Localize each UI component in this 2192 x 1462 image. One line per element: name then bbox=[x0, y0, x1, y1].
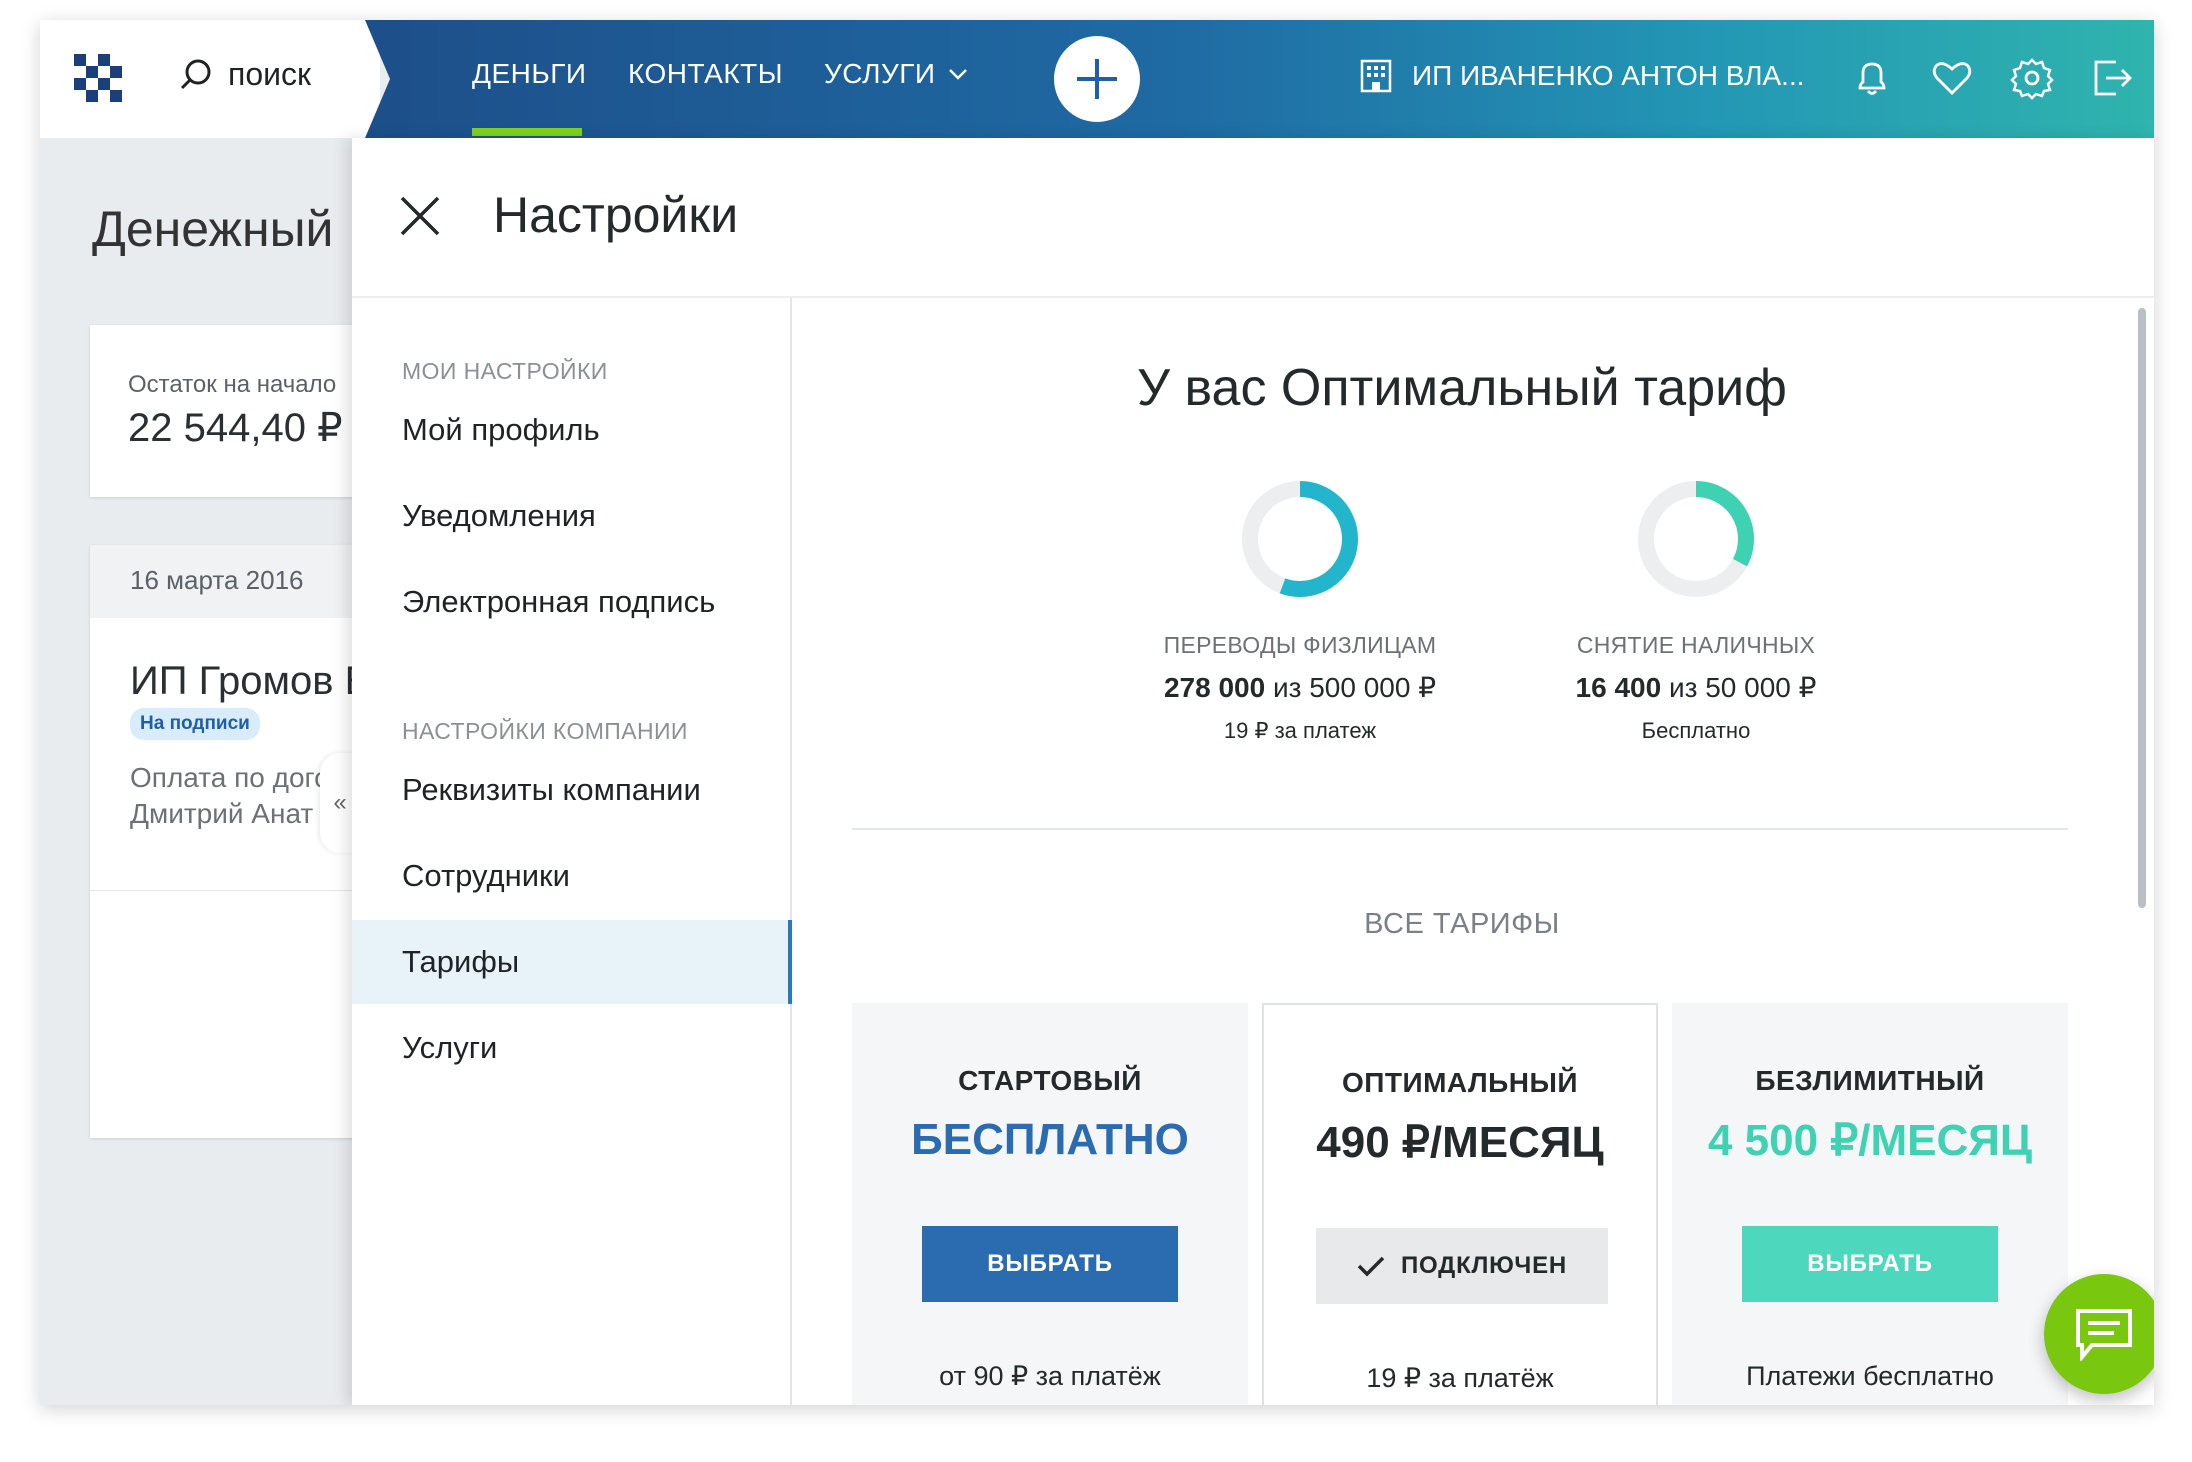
stat-transfers: ПЕРЕВОДЫ ФИЗЛИЦАМ 278 000 из 500 000 ₽ 1… bbox=[1130, 480, 1470, 744]
tariff-price: 490 ₽/МЕСЯЦ bbox=[1316, 1118, 1604, 1167]
settings-header: Настройки bbox=[352, 138, 2154, 298]
tariff-card-optimal: ОПТИМАЛЬНЫЙ 490 ₽/МЕСЯЦ ПОДКЛЮЧЕН 19 ₽ з… bbox=[1262, 1003, 1658, 1405]
page-title: Денежный bbox=[92, 201, 334, 257]
chat-icon bbox=[2076, 1309, 2132, 1361]
select-unlimited-label: ВЫБРАТЬ bbox=[1807, 1250, 1933, 1277]
stat-transfers-limit: 500 000 bbox=[1309, 672, 1411, 703]
settings-title: Настройки bbox=[493, 187, 739, 243]
nav-contacts[interactable]: КОНТАКТЫ bbox=[628, 58, 783, 90]
search-button[interactable]: поиск bbox=[178, 56, 311, 93]
close-icon[interactable] bbox=[398, 194, 442, 238]
stat-cash: СНЯТИЕ НАЛИЧНЫХ 16 400 из 50 000 ₽ Беспл… bbox=[1526, 480, 1866, 744]
settings-sidebar: МОИ НАСТРОЙКИ Мой профиль Уведомления Эл… bbox=[352, 298, 792, 1405]
sidebar-item-employees[interactable]: Сотрудники bbox=[352, 834, 792, 918]
nav-money[interactable]: ДЕНЬГИ bbox=[472, 58, 587, 90]
tariff-card-start: СТАРТОВЫЙ БЕСПЛАТНО ВЫБРАТЬ от 90 ₽ за п… bbox=[852, 1003, 1248, 1405]
stat-cash-label: СНЯТИЕ НАЛИЧНЫХ bbox=[1576, 632, 1816, 658]
all-tariffs-heading: ВСЕ ТАРИФЫ bbox=[1364, 908, 1560, 940]
sidebar-item-signature[interactable]: Электронная подпись bbox=[352, 560, 792, 644]
transfers-donut bbox=[1242, 481, 1358, 597]
stat-cash-used: 16 400 bbox=[1575, 672, 1662, 703]
scrollbar[interactable] bbox=[2138, 308, 2146, 908]
stat-transfers-of: из bbox=[1272, 672, 1302, 703]
settings-panel: Настройки МОИ НАСТРОЙКИ Мой профиль Увед… bbox=[352, 138, 2154, 1405]
stat-transfers-currency: ₽ bbox=[1418, 672, 1437, 703]
tariff-footer: 19 ₽ за платёж bbox=[1366, 1363, 1554, 1393]
heart-icon[interactable] bbox=[1930, 56, 1974, 100]
cash-donut bbox=[1638, 481, 1754, 597]
nav-services-label: УСЛУГИ bbox=[824, 58, 936, 89]
tariff-footer: Платежи бесплатно bbox=[1746, 1361, 1994, 1391]
stat-cash-of: из bbox=[1668, 672, 1698, 703]
search-icon bbox=[180, 59, 211, 89]
payment-description-line2: Дмитрий Анат bbox=[130, 798, 314, 829]
connected-label: ПОДКЛЮЧЕН bbox=[1400, 1252, 1568, 1279]
top-bar: поиск ДЕНЬГИ КОНТАКТЫ УСЛУГИ ИП ИВАНЕНКО… bbox=[40, 20, 2154, 138]
tariff-price: 4 500 ₽/МЕСЯЦ bbox=[1707, 1116, 2033, 1165]
chevron-down-icon bbox=[948, 69, 967, 80]
checkmark-icon bbox=[1357, 1256, 1385, 1277]
payment-payee: ИП Громов Е bbox=[130, 659, 372, 703]
chat-button[interactable] bbox=[2044, 1274, 2154, 1394]
sidebar-item-requisites[interactable]: Реквизиты компании bbox=[352, 748, 792, 832]
gear-icon[interactable] bbox=[2010, 56, 2054, 100]
payment-description-line1: Оплата по дого bbox=[130, 762, 330, 793]
double-chevron-left-icon: « bbox=[333, 789, 347, 816]
company-selector[interactable]: ИП ИВАНЕНКО АНТОН ВЛА... bbox=[1358, 58, 1805, 94]
current-plan-title: У вас Оптимальный тариф bbox=[1137, 359, 1787, 417]
stat-transfers-label: ПЕРЕВОДЫ ФИЗЛИЦАМ bbox=[1163, 632, 1437, 658]
plus-icon bbox=[1077, 59, 1117, 99]
balance-label: Остаток на начало bbox=[128, 371, 337, 398]
sidebar-item-tariffs[interactable]: Тарифы bbox=[352, 920, 792, 1004]
tariff-name: ОПТИМАЛЬНЫЙ bbox=[1341, 1067, 1579, 1098]
select-start-label: ВЫБРАТЬ bbox=[987, 1250, 1113, 1277]
section-divider bbox=[852, 828, 2068, 830]
app-window: Денежный Остаток на начало 22 544,40 ₽ 1… bbox=[40, 20, 2154, 1405]
stat-cash-value: 16 400 из 50 000 ₽ bbox=[1526, 671, 1866, 704]
tariff-footer: от 90 ₽ за платёж bbox=[939, 1361, 1161, 1391]
create-button[interactable] bbox=[1054, 36, 1140, 122]
select-unlimited-button[interactable]: ВЫБРАТЬ bbox=[1742, 1226, 1998, 1302]
sidebar-item-services[interactable]: Услуги bbox=[352, 1006, 792, 1090]
stat-transfers-note: 19 ₽ за платеж bbox=[1223, 718, 1377, 743]
stat-cash-note: Бесплатно bbox=[1641, 718, 1751, 743]
nav-active-indicator bbox=[472, 128, 582, 136]
status-badge: На подписи bbox=[130, 708, 260, 740]
search-label: поиск bbox=[228, 56, 311, 92]
logout-icon[interactable] bbox=[2090, 56, 2134, 100]
bell-icon[interactable] bbox=[1850, 56, 1894, 100]
section-my-settings: МОИ НАСТРОЙКИ bbox=[402, 358, 608, 384]
tariff-name: СТАРТОВЫЙ bbox=[958, 1065, 1142, 1096]
stat-cash-limit: 50 000 bbox=[1705, 672, 1791, 703]
logo-icon[interactable] bbox=[74, 54, 124, 104]
sidebar-item-notifications[interactable]: Уведомления bbox=[352, 474, 792, 558]
tariff-price: БЕСПЛАТНО bbox=[911, 1115, 1189, 1164]
nav-services[interactable]: УСЛУГИ bbox=[824, 58, 968, 90]
select-start-button[interactable]: ВЫБРАТЬ bbox=[922, 1226, 1178, 1302]
tariff-name: БЕЗЛИМИТНЫЙ bbox=[1755, 1065, 1985, 1096]
balance-value: 22 544,40 ₽ bbox=[128, 406, 343, 450]
settings-content: У вас Оптимальный тариф ПЕРЕВОДЫ ФИЗЛИЦА… bbox=[792, 298, 2154, 1405]
stat-transfers-used: 278 000 bbox=[1163, 672, 1266, 703]
sidebar-item-profile[interactable]: Мой профиль bbox=[352, 388, 792, 472]
tariff-card-unlimited: БЕЗЛИМИТНЫЙ 4 500 ₽/МЕСЯЦ ВЫБРАТЬ Платеж… bbox=[1672, 1003, 2068, 1405]
connected-button[interactable]: ПОДКЛЮЧЕН bbox=[1316, 1228, 1608, 1304]
payment-description: Оплата по дого Дмитрий Анат bbox=[130, 760, 330, 832]
stat-transfers-value: 278 000 из 500 000 ₽ bbox=[1130, 671, 1470, 704]
building-icon bbox=[1360, 59, 1392, 93]
top-bar-left: поиск bbox=[40, 20, 380, 138]
stat-cash-currency: ₽ bbox=[1798, 672, 1817, 703]
company-name: ИП ИВАНЕНКО АНТОН ВЛА... bbox=[1412, 60, 1805, 91]
section-company-settings: НАСТРОЙКИ КОМПАНИИ bbox=[402, 718, 688, 744]
